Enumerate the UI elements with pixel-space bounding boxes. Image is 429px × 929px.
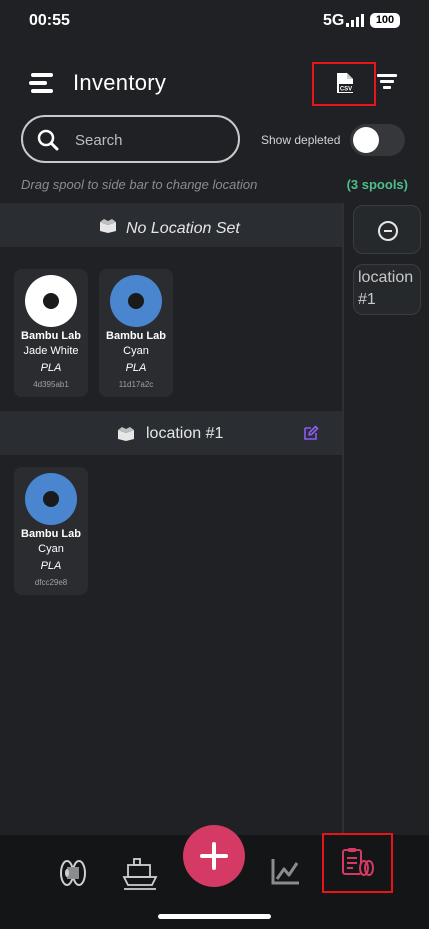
spool-card[interactable]: Bambu Lab Cyan PLA dfcc29e8 [14, 467, 88, 595]
spool-count: (3 spools) [346, 177, 408, 192]
spool-material: PLA [40, 560, 62, 572]
nav-inventory-button[interactable] [322, 833, 393, 893]
section-header-location-1: location #1 [0, 411, 342, 455]
box-icon [118, 427, 134, 441]
spool-brand: Bambu Lab [21, 528, 81, 540]
location-side-bar: location #1 [342, 203, 429, 835]
status-bar: 00:55 5G 100 [0, 0, 429, 44]
spool-material: PLA [125, 362, 147, 374]
toggle-knob [353, 127, 379, 153]
csv-label: CSV [340, 87, 352, 93]
bottom-nav [0, 825, 429, 929]
signal-icon [346, 14, 364, 27]
spool-list: No Location Set Bambu Lab Jade White PLA… [0, 203, 342, 835]
drag-hint: Drag spool to side bar to change locatio… [21, 177, 258, 192]
spool-color-swatch [25, 473, 77, 525]
status-time: 00:55 [29, 12, 70, 29]
csv-file-icon: CSV [337, 73, 353, 93]
remove-location-target[interactable] [353, 205, 421, 254]
chart-icon [271, 859, 299, 885]
search-input[interactable] [75, 129, 225, 151]
printer-icon [122, 858, 158, 890]
section-title: location #1 [146, 425, 224, 442]
spool-id: 11d17a2c [118, 380, 154, 389]
section-title: No Location Set [126, 220, 240, 237]
minus-circle-icon [378, 221, 398, 241]
plus-icon [200, 842, 228, 870]
spool-material: PLA [40, 362, 62, 374]
section-header-no-location: No Location Set [0, 203, 342, 247]
spool-card[interactable]: Bambu Lab Jade White PLA 4d395ab1 [14, 269, 88, 397]
spool-brand: Bambu Lab [106, 330, 166, 342]
page-title: Inventory [73, 70, 167, 95]
nav-spools-button[interactable] [47, 845, 99, 897]
spool-color-name: Jade White [23, 345, 79, 357]
spool-color-swatch [110, 275, 162, 327]
home-indicator [158, 914, 271, 919]
spool-card[interactable]: Bambu Lab Cyan PLA 11d17a2c [99, 269, 173, 397]
side-location-target[interactable]: location #1 [353, 264, 421, 315]
export-csv-button[interactable]: CSV [312, 62, 376, 106]
spool-color-name: Cyan [123, 345, 149, 357]
menu-icon[interactable] [29, 73, 55, 95]
box-icon [100, 219, 116, 233]
spool-color-name: Cyan [38, 543, 64, 555]
spool-icon [60, 860, 86, 886]
search-icon [37, 129, 59, 151]
search-box[interactable] [21, 115, 240, 163]
battery-indicator: 100 [370, 13, 400, 28]
spool-brand: Bambu Lab [21, 330, 81, 342]
nav-printers-button[interactable] [114, 845, 166, 897]
add-spool-button[interactable] [183, 825, 245, 887]
app-header: Inventory CSV [0, 60, 429, 106]
network-indicator: 5G [323, 12, 345, 29]
spool-id: dfcc29e8 [34, 578, 68, 587]
edit-icon[interactable] [303, 425, 319, 441]
show-depleted-toggle[interactable] [350, 124, 405, 156]
inventory-clipboard-icon [342, 848, 374, 876]
filter-icon[interactable] [377, 74, 397, 90]
show-depleted-label: Show depleted [261, 133, 341, 147]
nav-stats-button[interactable] [259, 845, 311, 897]
spool-id: 4d395ab1 [33, 380, 69, 389]
spool-color-swatch [25, 275, 77, 327]
